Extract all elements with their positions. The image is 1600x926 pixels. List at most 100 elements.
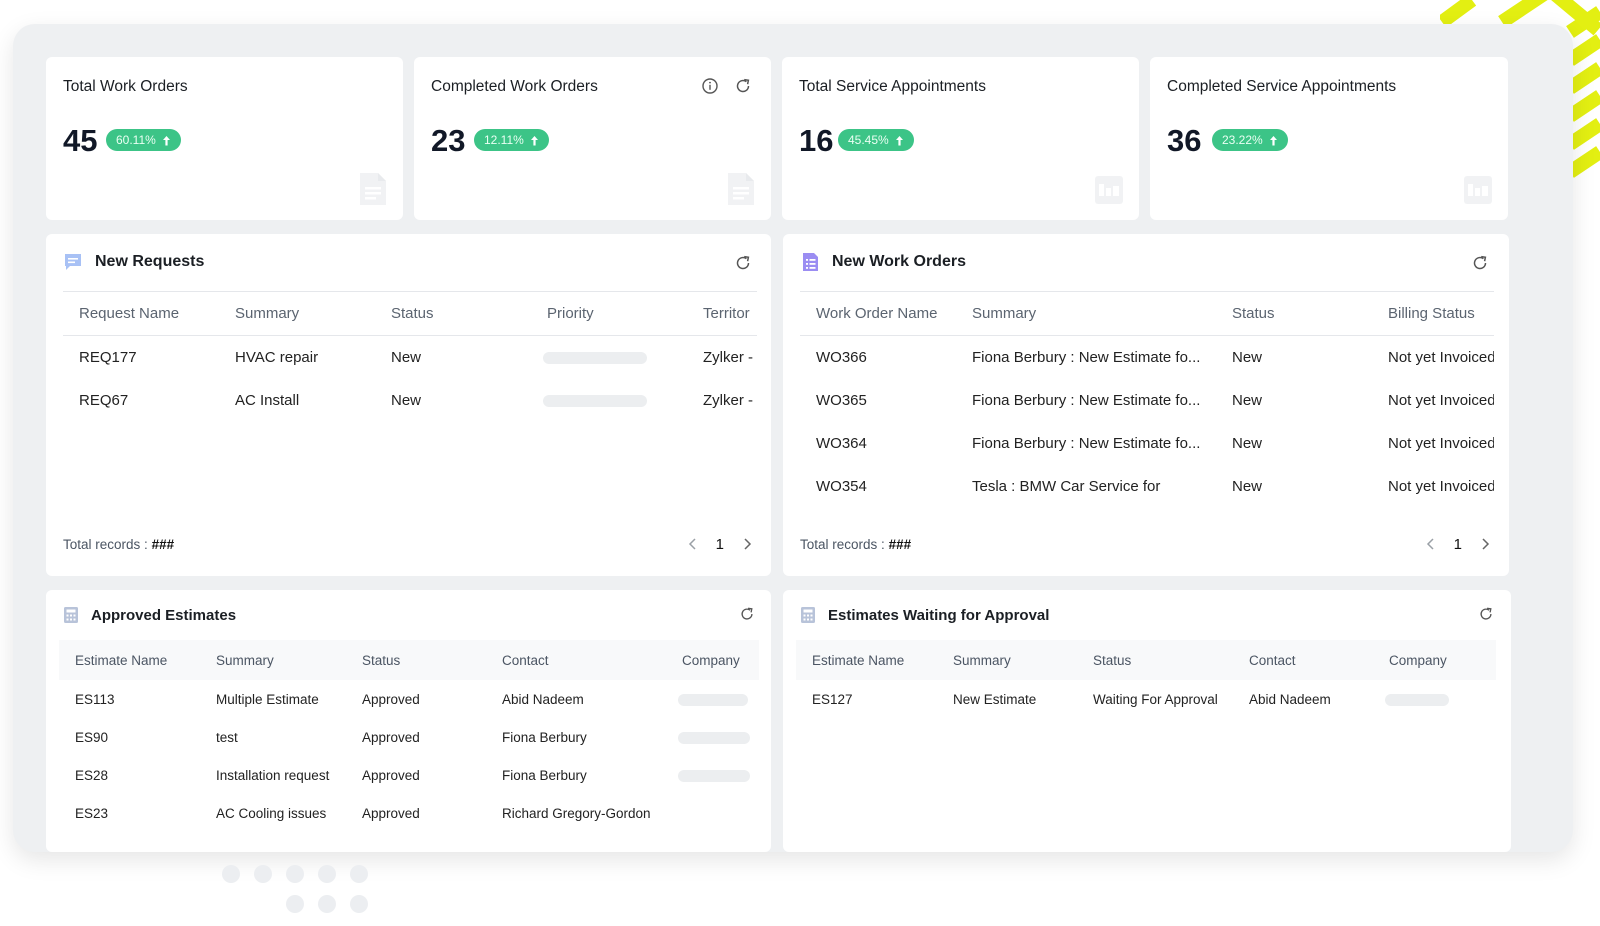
column-header[interactable]: Territor <box>687 292 757 336</box>
request-territory: Zylker - <box>703 348 753 366</box>
table-row[interactable]: WO365 Fiona Berbury : New Estimate fo...… <box>800 379 1494 422</box>
stat-title: Total Service Appointments <box>799 78 986 95</box>
arrow-up-icon <box>530 135 538 145</box>
billing-status: Not yet Invoiced <box>1388 348 1494 366</box>
table-row[interactable]: ES90 test Approved Fiona Berbury <box>59 718 759 756</box>
page-number[interactable]: 1 <box>716 536 724 553</box>
work-order-status: New <box>1232 477 1263 495</box>
column-header[interactable]: Company <box>666 640 759 680</box>
new-requests-panel: New Requests Request Name Summary Status… <box>46 234 771 576</box>
estimate-status: Approved <box>362 729 420 745</box>
column-header[interactable]: Summary <box>956 292 1216 336</box>
column-header[interactable]: Company <box>1373 640 1496 680</box>
table-row[interactable]: WO364 Fiona Berbury : New Estimate fo...… <box>800 422 1494 465</box>
calendar-icon <box>1464 176 1492 204</box>
estimate-name[interactable]: ES113 <box>59 680 200 718</box>
estimate-status: Waiting For Approval <box>1093 691 1218 707</box>
column-header[interactable]: Summary <box>937 640 1077 680</box>
stat-value: 16 <box>799 123 834 158</box>
info-icon[interactable] <box>701 77 719 95</box>
next-page-icon[interactable] <box>740 537 754 551</box>
column-header[interactable]: Summary <box>219 292 375 336</box>
column-header[interactable]: Work Order Name <box>800 292 956 336</box>
estimate-contact[interactable]: Richard Gregory-Gordon <box>486 794 666 832</box>
calculator-icon <box>64 607 78 623</box>
billing-status: Not yet Invoiced <box>1388 434 1494 452</box>
column-header[interactable]: Billing Status <box>1372 292 1494 336</box>
column-header[interactable]: Estimate Name <box>59 640 200 680</box>
work-order-name[interactable]: WO366 <box>800 336 956 379</box>
arrow-up-icon <box>895 135 903 145</box>
column-header[interactable]: Status <box>1077 640 1233 680</box>
previous-page-icon[interactable] <box>1424 537 1438 551</box>
stat-title: Completed Service Appointments <box>1167 78 1397 95</box>
trend-badge: 60.11% <box>106 129 181 151</box>
estimate-contact[interactable]: Abid Nadeem <box>486 680 666 718</box>
work-order-name[interactable]: WO354 <box>800 465 956 508</box>
refresh-icon[interactable] <box>734 77 752 95</box>
request-summary: HVAC repair <box>235 348 319 366</box>
column-header[interactable]: Contact <box>486 640 666 680</box>
refresh-icon[interactable] <box>739 606 755 622</box>
table-row[interactable]: ES113 Multiple Estimate Approved Abid Na… <box>59 680 759 718</box>
estimate-contact[interactable]: Abid Nadeem <box>1233 680 1373 718</box>
panel-title: New Requests <box>95 253 205 270</box>
work-order-name[interactable]: WO364 <box>800 422 956 465</box>
work-order-name[interactable]: WO365 <box>800 379 956 422</box>
previous-page-icon[interactable] <box>686 537 700 551</box>
column-header[interactable]: Summary <box>200 640 346 680</box>
table-row[interactable]: ES23 AC Cooling issues Approved Richard … <box>59 794 759 832</box>
work-order-status: New <box>1232 391 1263 409</box>
table-row[interactable]: REQ177 HVAC repair New Zylker - <box>63 336 757 379</box>
calculator-icon <box>801 607 815 623</box>
panel-header: Estimates Waiting for Approval <box>800 606 1049 624</box>
billing-status: Not yet Invoiced <box>1388 477 1494 495</box>
chat-icon <box>65 254 81 270</box>
estimate-contact[interactable]: Fiona Berbury <box>486 718 666 756</box>
column-header[interactable]: Priority <box>531 292 687 336</box>
pagination: 1 <box>686 536 754 553</box>
estimate-name[interactable]: ES23 <box>59 794 200 832</box>
request-name[interactable]: REQ67 <box>63 379 219 422</box>
table-header-row: Work Order Name Summary Status Billing S… <box>800 291 1494 336</box>
company-placeholder <box>666 718 759 756</box>
company-placeholder <box>666 794 759 832</box>
next-page-icon[interactable] <box>1478 537 1492 551</box>
column-header[interactable]: Status <box>375 292 531 336</box>
refresh-icon[interactable] <box>734 254 752 272</box>
refresh-icon[interactable] <box>1471 254 1489 272</box>
table-row[interactable]: WO354 Tesla : BMW Car Service for New No… <box>800 465 1494 508</box>
estimate-name[interactable]: ES28 <box>59 756 200 794</box>
table-footer: Total records : ### 1 <box>63 534 754 554</box>
stat-title: Total Work Orders <box>63 78 188 95</box>
table-header-row: Estimate Name Summary Status Contact Com… <box>59 640 759 680</box>
column-header[interactable]: Status <box>1216 292 1372 336</box>
table-row[interactable]: WO366 Fiona Berbury : New Estimate fo...… <box>800 336 1494 379</box>
estimate-name[interactable]: ES90 <box>59 718 200 756</box>
work-order-summary: Fiona Berbury : New Estimate fo... <box>972 434 1201 452</box>
estimate-name[interactable]: ES127 <box>796 680 937 718</box>
column-header[interactable]: Status <box>346 640 486 680</box>
table-row[interactable]: REQ67 AC Install New Zylker - <box>63 379 757 422</box>
company-placeholder <box>1373 680 1496 718</box>
table-row[interactable]: ES127 New Estimate Waiting For Approval … <box>796 680 1496 718</box>
priority-placeholder <box>531 379 687 422</box>
list-document-icon <box>803 253 818 271</box>
estimate-summary: AC Cooling issues <box>216 805 327 821</box>
estimate-status: Approved <box>362 767 420 783</box>
table-row[interactable]: ES28 Installation request Approved Fiona… <box>59 756 759 794</box>
refresh-icon[interactable] <box>1478 606 1494 622</box>
panel-header: New Work Orders <box>800 252 966 272</box>
trend-badge: 23.22% <box>1212 129 1288 151</box>
estimates-waiting-panel: Estimates Waiting for Approval Estimate … <box>783 590 1511 852</box>
column-header[interactable]: Estimate Name <box>796 640 937 680</box>
column-header[interactable]: Contact <box>1233 640 1373 680</box>
page-number[interactable]: 1 <box>1454 536 1462 553</box>
trend-percent: 45.45% <box>848 133 889 147</box>
estimate-contact[interactable]: Fiona Berbury <box>486 756 666 794</box>
column-header[interactable]: Request Name <box>63 292 219 336</box>
panel-title: Approved Estimates <box>91 606 237 624</box>
estimate-summary: Installation request <box>216 767 330 783</box>
trend-percent: 23.22% <box>1222 133 1263 147</box>
request-name[interactable]: REQ177 <box>63 336 219 379</box>
